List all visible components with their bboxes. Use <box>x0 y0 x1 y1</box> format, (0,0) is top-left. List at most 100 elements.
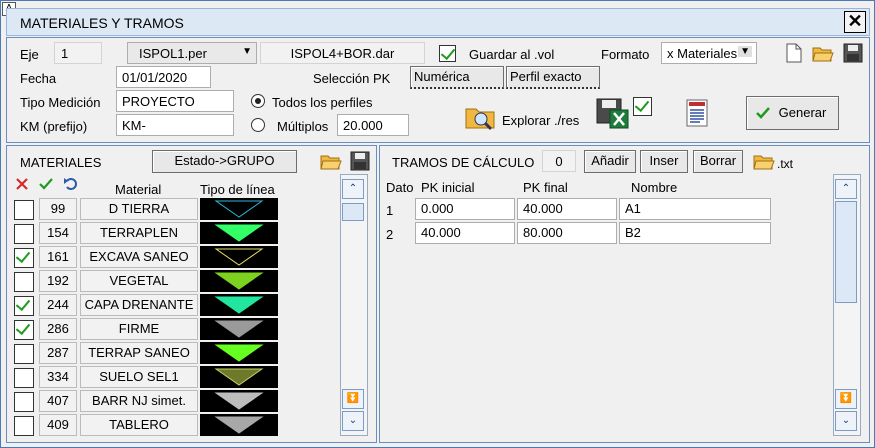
line-type-swatch[interactable] <box>200 270 278 292</box>
explore-folder-icon[interactable] <box>464 101 498 131</box>
material-name[interactable]: TERRAPLEN <box>80 222 198 244</box>
material-checkbox[interactable] <box>14 248 34 268</box>
guardar-vol-checkbox[interactable] <box>439 45 456 62</box>
scroll-thumb[interactable] <box>835 201 857 303</box>
material-checkbox[interactable] <box>14 200 34 220</box>
material-name[interactable]: D TIERRA <box>80 198 198 220</box>
tramos-scrollbar[interactable]: ⌃ ⏬ ⌄ <box>833 174 861 436</box>
line-type-swatch[interactable] <box>200 342 278 364</box>
formato-select[interactable]: x Materiales ▼ <box>661 42 757 64</box>
line-type-swatch[interactable] <box>200 390 278 412</box>
material-checkbox[interactable] <box>14 272 34 292</box>
explorar-res-label[interactable]: Explorar ./res <box>502 113 579 128</box>
txt-label: .txt <box>777 157 794 171</box>
scroll-page-down-button[interactable]: ⏬ <box>342 389 364 409</box>
material-checkbox[interactable] <box>14 296 34 316</box>
material-checkbox[interactable] <box>14 224 34 244</box>
col-nombre-header: Nombre <box>631 180 678 195</box>
multiplos-radio[interactable] <box>251 118 265 132</box>
tramo-dato: 1 <box>386 203 394 218</box>
material-code[interactable]: 287 <box>39 342 77 364</box>
material-code[interactable]: 286 <box>39 318 77 340</box>
line-type-swatch[interactable] <box>200 246 278 268</box>
material-name[interactable]: BARR NJ simet. <box>80 390 198 412</box>
material-code[interactable]: 192 <box>39 270 77 292</box>
excel-checkbox[interactable] <box>633 97 652 116</box>
open-folder-icon[interactable] <box>811 42 835 64</box>
material-name[interactable]: VEGETAL <box>80 270 198 292</box>
dar-file-field[interactable]: ISPOL4+BOR.dar <box>260 42 425 64</box>
tramo-pk-final-input[interactable]: 40.000 <box>517 198 617 220</box>
tipo-medicion-input[interactable]: PROYECTO <box>116 90 234 112</box>
eje-label: Eje <box>20 47 39 62</box>
per-file-select[interactable]: ISPOL1.per ▼ <box>127 42 257 64</box>
undo-arrow-icon[interactable] <box>63 175 79 191</box>
scroll-page-down-button[interactable]: ⏬ <box>835 389 857 409</box>
save-disk-icon[interactable] <box>842 42 864 64</box>
tramo-nombre-input[interactable]: A1 <box>619 198 771 220</box>
perfil-exacto-button[interactable]: Perfil exacto <box>506 66 600 89</box>
km-prefijo-input[interactable]: KM- <box>116 114 234 136</box>
material-checkbox[interactable] <box>14 320 34 340</box>
report-document-icon[interactable] <box>685 98 709 128</box>
line-type-swatch[interactable] <box>200 198 278 220</box>
fecha-input[interactable]: 01/01/2020 <box>116 66 211 88</box>
material-code[interactable]: 99 <box>39 198 77 220</box>
new-file-icon[interactable] <box>783 42 805 64</box>
tramo-nombre-input[interactable]: B2 <box>619 222 771 244</box>
material-code[interactable]: 244 <box>39 294 77 316</box>
anadir-button[interactable]: Añadir <box>584 150 636 173</box>
tramo-pk-inicial-input[interactable]: 0.000 <box>415 198 515 220</box>
close-button[interactable]: ✕ <box>844 11 866 33</box>
line-type-swatch[interactable] <box>200 222 278 244</box>
material-code[interactable]: 409 <box>39 414 77 436</box>
borrar-button[interactable]: Borrar <box>693 150 743 173</box>
multiplos-label: Múltiplos <box>277 119 329 134</box>
line-type-swatch[interactable] <box>200 294 278 316</box>
seleccion-pk-label: Selección PK <box>313 71 391 86</box>
multiplos-input[interactable]: 20.000 <box>337 114 409 136</box>
tramo-pk-inicial-input[interactable]: 40.000 <box>415 222 515 244</box>
line-type-swatch[interactable] <box>200 366 278 388</box>
eje-field[interactable]: 1 <box>54 42 102 64</box>
open-txt-folder-icon[interactable] <box>752 150 776 172</box>
material-name[interactable]: TABLERO <box>80 414 198 436</box>
material-code[interactable]: 407 <box>39 390 77 412</box>
tramos-count-field[interactable]: 0 <box>542 150 576 172</box>
material-name[interactable]: EXCAVA SANEO <box>80 246 198 268</box>
material-code[interactable]: 334 <box>39 366 77 388</box>
material-name[interactable]: FIRME <box>80 318 198 340</box>
accept-check-icon[interactable] <box>39 177 53 191</box>
scroll-down-button[interactable]: ⌄ <box>835 411 857 431</box>
col-pk-inicial-header: PK inicial <box>421 180 475 195</box>
todos-perfiles-radio[interactable] <box>251 94 265 108</box>
material-code[interactable]: 154 <box>39 222 77 244</box>
inser-button[interactable]: Inser <box>640 150 688 173</box>
scroll-down-button[interactable]: ⌄ <box>342 411 364 431</box>
generar-button[interactable]: Generar <box>746 96 839 130</box>
material-checkbox[interactable] <box>14 392 34 412</box>
save-disk-icon[interactable] <box>349 150 371 172</box>
material-name[interactable]: SUELO SEL1 <box>80 366 198 388</box>
material-checkbox[interactable] <box>14 368 34 388</box>
material-checkbox[interactable] <box>14 416 34 436</box>
material-name[interactable]: CAPA DRENANTE <box>80 294 198 316</box>
scroll-up-button[interactable]: ⌃ <box>342 179 364 199</box>
material-checkbox[interactable] <box>14 344 34 364</box>
numerica-button[interactable]: Numérica <box>410 66 504 89</box>
estado-grupo-button[interactable]: Estado->GRUPO <box>152 150 297 173</box>
line-type-swatch[interactable] <box>200 318 278 340</box>
materiales-title: MATERIALES <box>20 155 102 170</box>
save-excel-icon[interactable] <box>596 98 630 130</box>
material-code[interactable]: 161 <box>39 246 77 268</box>
delete-x-icon[interactable] <box>15 177 29 191</box>
scroll-thumb[interactable] <box>342 203 364 221</box>
materiales-scrollbar[interactable]: ⌃ ⏬ ⌄ <box>340 174 368 436</box>
open-folder-icon[interactable] <box>319 150 343 172</box>
tramo-pk-final-input[interactable]: 80.000 <box>517 222 617 244</box>
scroll-up-button[interactable]: ⌃ <box>835 179 857 199</box>
material-name[interactable]: TERRAP SANEO <box>80 342 198 364</box>
formato-label: Formato <box>601 47 650 62</box>
line-type-swatch[interactable] <box>200 414 278 436</box>
chevron-down-icon: ▼ <box>242 46 252 57</box>
